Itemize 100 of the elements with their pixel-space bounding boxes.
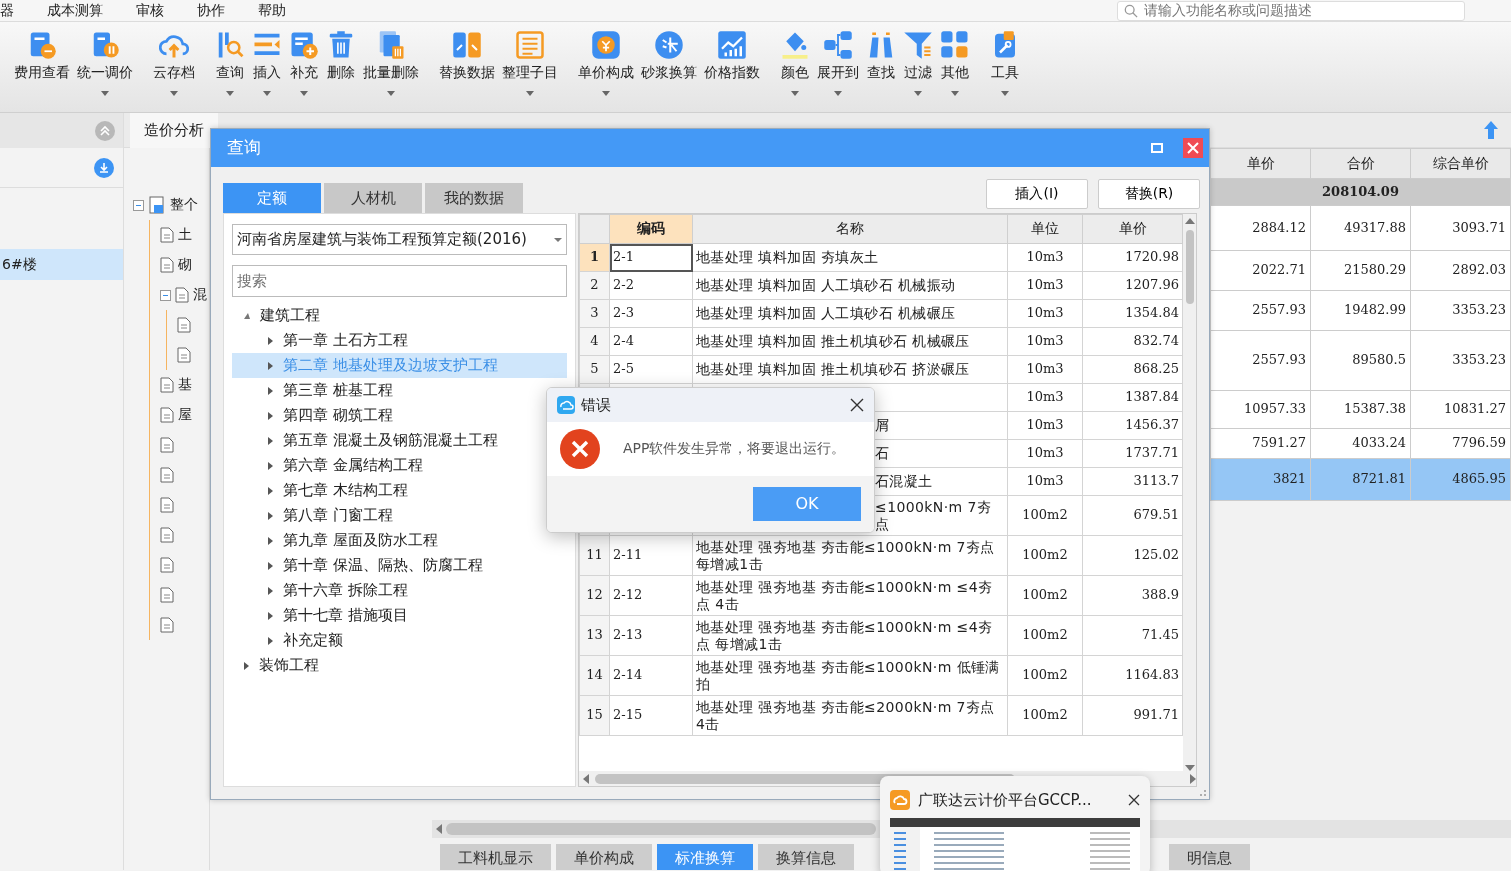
table-cell: 3093.71 [1410,205,1511,251]
toolbar-button[interactable]: 其他 [938,30,972,110]
tree-item[interactable]: 第五章 混凝土及钢筋混凝土工程 [232,428,567,453]
toolbar-button[interactable]: 工具 [988,30,1022,110]
collapse-toggle-icon[interactable] [160,289,171,301]
chart-document-icon [148,196,166,214]
tab[interactable]: 工料机显示 [440,844,551,870]
collapse-arrow-icon[interactable] [244,312,250,319]
tree-item[interactable]: 土 [178,226,192,244]
tree-item[interactable]: 第六章 金属结构工程 [232,453,567,478]
table-cell: 3353.23 [1410,330,1511,391]
grid-icon [940,30,970,60]
table-cell: 7796.59 [1410,428,1511,459]
tree-item[interactable]: 混 [193,286,207,304]
tree-item[interactable]: 第十七章 措施项目 [232,603,567,628]
toolbar-button[interactable]: 颜色 [778,30,812,110]
scroll-thumb[interactable] [1185,230,1194,304]
toolbar-button[interactable]: 删除 [324,30,358,110]
expand-arrow-icon[interactable] [268,611,273,620]
table-cell: 2-4 [609,327,693,356]
toolbar-button[interactable]: 云存档 [151,30,197,110]
column-header[interactable]: 单位 [1007,214,1083,244]
column-header[interactable]: 单价 [1082,214,1183,244]
expand-arrow-icon[interactable] [268,436,273,445]
tree-item[interactable]: 第八章 门窗工程 [232,503,567,528]
tab[interactable]: 我的数据 [425,183,523,213]
toolbar-button[interactable]: 查询 [213,30,247,110]
expand-arrow-icon[interactable] [268,486,273,495]
toolbar-button[interactable]: 替换数据 [437,30,497,110]
tab[interactable]: 单价构成 [556,844,652,870]
close-button[interactable] [1128,794,1140,806]
tab[interactable]: 人材机 [324,183,422,213]
close-button[interactable] [850,398,864,412]
tree-item[interactable]: 第一章 土石方工程 [232,328,567,353]
menu-item[interactable]: 协作 [197,1,225,20]
toolbar-button[interactable]: 插入 [250,30,284,110]
expand-arrow-icon[interactable] [268,411,273,420]
tree-item[interactable]: 补充定额 [232,628,567,653]
toolbar-button[interactable]: 展开到 [815,30,861,110]
column-header[interactable]: 单价 [1210,148,1311,179]
dialog-button[interactable]: 替换(R) [1098,179,1200,209]
expand-arrow-icon[interactable] [244,661,249,670]
expand-arrow-icon[interactable] [268,386,273,395]
tree-item[interactable]: 屋 [178,406,192,424]
tree-item[interactable]: 第十六章 拆除工程 [232,578,567,603]
search-field[interactable]: 请输入功能名称或问题描述 [1117,0,1465,21]
column-header[interactable]: 名称 [692,214,1008,244]
tree-item[interactable]: 砌 [178,256,192,274]
tree-item[interactable]: 装饰工程 [232,653,567,678]
tree-item[interactable]: 第七章 木结构工程 [232,478,567,503]
menu-item[interactable]: 器 [0,1,14,20]
search-field[interactable]: 搜索 [232,265,567,297]
tree-item[interactable]: 第十章 保温、隔热、防腐工程 [232,553,567,578]
column-header[interactable]: 编码 [609,214,693,244]
menu-item[interactable]: 成本测算 [47,1,103,20]
tab[interactable]: 换算信息 [758,844,854,870]
scrollbar[interactable] [1183,214,1196,771]
tree-item[interactable]: 基 [178,376,192,394]
toolbar-button[interactable]: 砂浆换算 [639,30,699,110]
toolbar-button[interactable]: 批量删除 [361,30,421,110]
maximize-icon[interactable] [1151,143,1163,153]
expand-arrow-icon[interactable] [268,636,273,645]
table-cell: 10m3 [1007,355,1083,384]
expand-arrow-icon[interactable] [268,511,273,520]
library-dropdown[interactable]: 河南省房屋建筑与装饰工程预算定额(2016) [232,224,567,255]
expand-arrow-icon[interactable] [268,586,273,595]
up-arrow-icon [1483,120,1499,140]
document-icon [160,437,174,453]
column-header[interactable]: 综合单价 [1410,148,1511,179]
expand-arrow-icon[interactable] [268,336,273,345]
column-header[interactable]: 合价 [1310,148,1411,179]
toolbar-button[interactable]: 单价构成 [576,30,636,110]
tab[interactable]: 明信息 [1169,844,1250,870]
expand-arrow-icon[interactable] [268,561,273,570]
table-cell: 3353.23 [1410,290,1511,331]
scroll-thumb[interactable] [446,823,876,835]
tree-item[interactable]: 建筑工程 [232,303,567,328]
toolbar-button[interactable]: 过滤 [901,30,935,110]
expand-arrow-icon[interactable] [268,461,273,470]
toolbar-button[interactable]: 费用查看 [12,30,72,110]
caret-icon [170,90,178,96]
toolbar-button[interactable]: 统一调价 [75,30,135,110]
toolbar-button[interactable]: 整理子目 [500,30,560,110]
project-item[interactable]: 6#楼 [0,249,123,280]
menu-item[interactable]: 帮助 [258,1,286,20]
tree-item[interactable]: 第四章 砌筑工程 [232,403,567,428]
toolbar-button[interactable]: 价格指数 [702,30,762,110]
collapse-toggle-icon[interactable] [133,199,144,211]
expand-arrow-icon[interactable] [268,361,273,370]
dialog-button[interactable]: 插入(I) [986,179,1088,209]
expand-arrow-icon[interactable] [268,536,273,545]
tree-item[interactable]: 第九章 屋面及防水工程 [232,528,567,553]
tree-item[interactable]: 整个 [170,196,198,214]
toolbar-button[interactable]: 补充 [287,30,321,110]
menu-item[interactable]: 审核 [136,1,164,20]
tree-item[interactable]: 第三章 桩基工程 [232,378,567,403]
table-cell: 4865.95 [1410,458,1511,501]
table-cell: 地基处理 强夯地基 夯击能≤1000kN·m ≤4夯点 每增减1击 [692,615,1008,656]
table-cell: 地基处理 填料加固 推土机填砂石 机械碾压 [692,327,1008,356]
toolbar-button[interactable]: 查找 [864,30,898,110]
